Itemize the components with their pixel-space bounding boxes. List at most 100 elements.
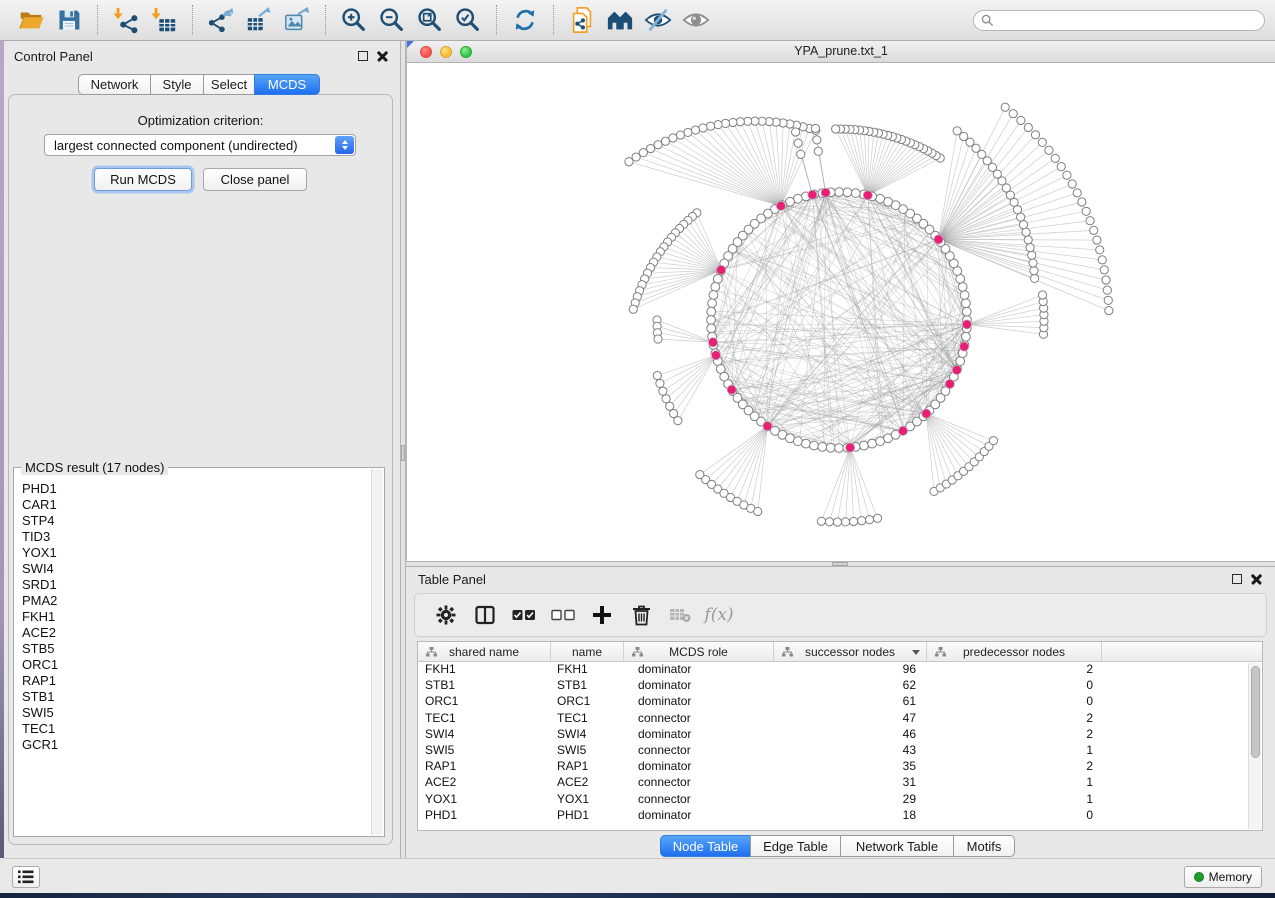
tab-network[interactable]: Network [78, 74, 151, 95]
delete-column-icon[interactable] [624, 600, 658, 630]
table-row[interactable]: ACE2ACE2connector311 [418, 775, 1262, 791]
column-header-label: successor nodes [805, 645, 895, 659]
zoom-selected-icon[interactable] [449, 3, 487, 37]
cell: TEC1 [418, 711, 551, 727]
table-row[interactable]: PHD1PHD1dominator180 [418, 808, 1262, 824]
cell: 1 [927, 775, 1102, 791]
mcds-result-item[interactable]: YOX1 [22, 545, 370, 561]
network-window-titlebar[interactable]: YPA_prune.txt_1 [407, 41, 1275, 63]
table-row[interactable]: SWI4SWI4dominator462 [418, 727, 1262, 743]
open-session-icon[interactable] [12, 3, 50, 37]
mcds-result-item[interactable]: STB1 [22, 689, 370, 705]
tab-style[interactable]: Style [150, 74, 204, 95]
toolbar-separator [553, 5, 554, 35]
mcds-result-item[interactable]: FKH1 [22, 609, 370, 625]
table-row[interactable]: YOX1YOX1connector291 [418, 792, 1262, 808]
mcds-result-item[interactable]: SWI4 [22, 561, 370, 577]
save-session-icon[interactable] [50, 3, 88, 37]
refresh-icon[interactable] [506, 3, 544, 37]
splitter-grip[interactable] [401, 445, 405, 461]
export-network-icon[interactable] [202, 3, 240, 37]
share-document-icon[interactable] [563, 3, 601, 37]
cell: 29 [774, 792, 927, 808]
mcds-result-item[interactable]: STP4 [22, 513, 370, 529]
memory-button[interactable]: Memory [1184, 866, 1262, 888]
import-network-icon[interactable] [107, 3, 145, 37]
mcds-result-item[interactable]: TEC1 [22, 721, 370, 737]
mcds-result-item[interactable]: RAP1 [22, 673, 370, 689]
table-row[interactable]: ORC1ORC1dominator610 [418, 694, 1262, 710]
search-input[interactable] [973, 10, 1265, 31]
criterion-dropdown[interactable]: largest connected component (undirected) [44, 134, 356, 156]
column-settings-gear-icon[interactable] [429, 600, 463, 630]
delete-table-icon-disabled [663, 600, 697, 630]
mcds-result-item[interactable]: TID3 [22, 529, 370, 545]
cytoscape-app: Control Panel NetworkStyleSelectMCDS Opt… [0, 0, 1275, 898]
tab-motifs[interactable]: Motifs [953, 835, 1015, 857]
zoom-in-icon[interactable] [335, 3, 373, 37]
network-graph[interactable] [407, 63, 1275, 561]
tab-network-table[interactable]: Network Table [840, 835, 954, 857]
cell: connector [624, 792, 774, 808]
mcds-result-item[interactable]: STB5 [22, 641, 370, 657]
column-header-predecessor-nodes[interactable]: predecessor nodes [927, 642, 1102, 661]
float-panel-icon[interactable] [358, 51, 368, 61]
mcds-result-item[interactable]: SWI5 [22, 705, 370, 721]
tab-edge-table[interactable]: Edge Table [750, 835, 841, 857]
node-table: shared namenameMCDS role successor nodes p… [417, 641, 1263, 831]
deselect-all-checkboxes-icon[interactable] [546, 600, 580, 630]
cell: dominator [624, 759, 774, 775]
table-row[interactable]: STB1STB1dominator620 [418, 678, 1262, 694]
cell: 2 [927, 759, 1102, 775]
scrollbar-thumb[interactable] [1251, 666, 1260, 758]
mcds-result-item[interactable]: SRD1 [22, 577, 370, 593]
cell: SWI4 [418, 727, 551, 743]
add-column-icon[interactable] [585, 600, 619, 630]
select-all-checkboxes-icon[interactable] [507, 600, 541, 630]
tab-mcds[interactable]: MCDS [254, 74, 320, 95]
tab-select[interactable]: Select [203, 74, 255, 95]
cell: 96 [774, 662, 927, 678]
network-canvas[interactable] [407, 63, 1275, 561]
show-graphics-details-icon[interactable] [677, 3, 715, 37]
cell: 18 [774, 808, 927, 824]
mcds-result-item[interactable]: GCR1 [22, 737, 370, 753]
export-table-icon[interactable] [240, 3, 278, 37]
column-header-name[interactable]: name [551, 642, 624, 661]
column-header-successor-nodes[interactable]: successor nodes [774, 642, 927, 661]
export-image-icon[interactable] [278, 3, 316, 37]
run-mcds-button[interactable]: Run MCDS [94, 168, 192, 191]
close-panel-icon[interactable] [377, 50, 388, 61]
table-row[interactable]: FKH1FKH1dominator962 [418, 662, 1262, 678]
mcds-result-item[interactable]: PMA2 [22, 593, 370, 609]
mcds-result-item[interactable]: PHD1 [22, 481, 370, 497]
cell: dominator [624, 678, 774, 694]
show-columns-icon[interactable] [468, 600, 502, 630]
close-panel-icon[interactable] [1251, 573, 1262, 584]
criterion-value: largest connected component (undirected) [54, 138, 298, 153]
splitter-grip[interactable] [832, 562, 848, 566]
hide-graphics-details-icon[interactable] [639, 3, 677, 37]
network-overview-icon[interactable] [601, 3, 639, 37]
mcds-result-item[interactable]: ACE2 [22, 625, 370, 641]
float-panel-icon[interactable] [1232, 574, 1242, 584]
mcds-result-item[interactable]: CAR1 [22, 497, 370, 513]
task-history-button[interactable] [12, 866, 40, 888]
column-header-shared-name[interactable]: shared name [418, 642, 551, 661]
mcds-result-scrollbar[interactable] [371, 469, 383, 835]
table-row[interactable]: TEC1TEC1connector472 [418, 711, 1262, 727]
table-row[interactable]: RAP1RAP1dominator352 [418, 759, 1262, 775]
tab-node-table[interactable]: Node Table [660, 835, 751, 857]
column-header-mcds-role[interactable]: MCDS role [624, 642, 774, 661]
control-panel-tabs: NetworkStyleSelectMCDS [79, 74, 320, 95]
main-toolbar [0, 0, 1275, 41]
mcds-result-item[interactable]: ORC1 [22, 657, 370, 673]
cell: PHD1 [551, 808, 624, 824]
close-panel-button[interactable]: Close panel [203, 168, 307, 191]
table-row[interactable]: SWI5SWI5connector431 [418, 743, 1262, 759]
table-scrollbar[interactable] [1248, 663, 1261, 829]
import-table-icon[interactable] [145, 3, 183, 37]
zoom-out-icon[interactable] [373, 3, 411, 37]
zoom-fit-icon[interactable] [411, 3, 449, 37]
cell: YOX1 [418, 792, 551, 808]
